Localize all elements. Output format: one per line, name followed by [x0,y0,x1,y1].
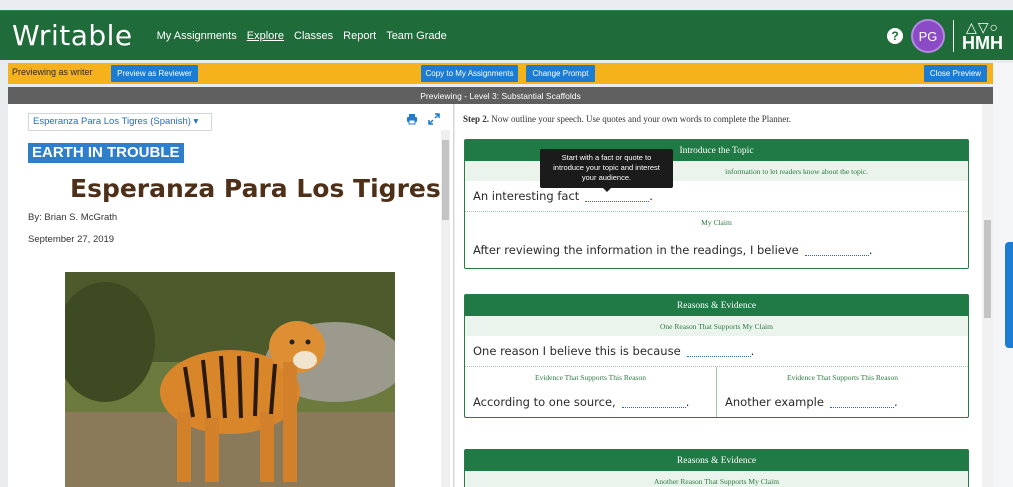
sentence-text: According to one source, [473,395,616,409]
evidence-2-blank-input[interactable] [829,396,894,408]
hmh-logo: △▽○ HMH [953,20,1003,52]
tiger-photo [65,272,395,487]
period: . [685,395,690,409]
reading-scrollbar[interactable] [441,130,450,487]
evidence-1-blank-input[interactable] [621,396,686,408]
tooltip-line: introduce your topic and interest [553,163,660,172]
reading-tools [406,113,440,128]
nav-team-grade[interactable]: Team Grade [386,30,447,42]
nav-report[interactable]: Report [343,30,376,42]
tooltip-line: your audience. [581,173,632,182]
document-author: By: Brian S. McGrath [28,212,118,223]
hmh-shapes: △▽○ [966,19,999,35]
sentence-evidence-2: Another example. [717,387,968,417]
copy-to-my-assignments-button[interactable]: Copy to My Assignments [421,65,518,82]
main-nav: My Assignments Explore Classes Report Te… [157,30,447,42]
sentence-text: Another example [725,395,824,409]
previewing-label: Previewing as writer [12,67,93,77]
scaffold-level-bar: Previewing - Level 3: Substantial Scaffo… [8,87,993,104]
header-tools: ? PG △▽○ HMH [887,11,1003,61]
nav-explore[interactable]: Explore [247,30,284,42]
card-subhead: One Reason That Supports My Claim [465,316,968,336]
planner-pane: Step 2. Now outline your speech. Use quo… [455,104,993,487]
chevron-down-icon: ▾ [193,116,199,127]
claim-subhead: My Claim [465,212,968,232]
sentence-reason: One reason I believe this is because. [465,336,968,366]
step-text: Now outline your speech. Use quotes and … [489,114,791,124]
close-preview-button[interactable]: Close Preview [924,65,987,82]
sentence-text: One reason I believe this is because [473,344,681,358]
card-title: Reasons & Evidence [465,450,968,471]
user-avatar[interactable]: PG [911,19,945,53]
tooltip-line: Start with a fact or quote to [561,153,652,162]
nav-classes[interactable]: Classes [294,30,333,42]
reasons-evidence-card: Reasons & Evidence One Reason That Suppo… [464,294,969,418]
period: . [750,344,755,358]
card-subhead: Another Reason That Supports My Claim [465,471,968,487]
hmh-text: HMH [962,33,1003,53]
hint-tooltip: Start with a fact or quote to introduce … [540,149,673,192]
reading-scroll-thumb[interactable] [442,140,449,220]
evidence-right: Evidence That Supports This Reason Anoth… [716,367,968,417]
side-drawer-tab[interactable] [1005,242,1013,348]
top-navigation-bar: Writable My Assignments Explore Classes … [0,10,1013,60]
planner-scrollbar[interactable] [982,104,993,487]
change-prompt-button[interactable]: Change Prompt [526,65,595,82]
planner-scroll-thumb[interactable] [984,220,991,318]
period: . [868,243,873,257]
sentence-text: An interesting fact [473,189,580,203]
document-select[interactable]: Esperanza Para Los Tigres (Spanish) ▾ [28,113,212,131]
evidence-left: Evidence That Supports This Reason Accor… [465,367,716,417]
reasons-evidence-card-2: Reasons & Evidence Another Reason That S… [464,449,969,487]
period: . [649,189,653,203]
evidence-subhead: Evidence That Supports This Reason [717,367,968,387]
claim-blank-input[interactable] [804,244,869,256]
document-title: Esperanza Para Los Tigres [70,174,441,203]
reason-blank-input[interactable] [686,345,751,357]
sentence-claim: After reviewing the information in the r… [465,232,968,268]
card-title: Reasons & Evidence [465,295,968,316]
evidence-row: Evidence That Supports This Reason Accor… [465,367,968,417]
period: . [893,395,898,409]
sentence-text: After reviewing the information in the r… [473,243,799,257]
step-number: Step 2. [463,114,490,124]
help-icon[interactable]: ? [887,28,903,44]
evidence-subhead: Evidence That Supports This Reason [465,367,716,387]
reading-pane: Esperanza Para Los Tigres (Spanish) ▾ EA… [8,104,454,487]
nav-my-assignments[interactable]: My Assignments [157,30,237,42]
document-date: September 27, 2019 [28,234,115,245]
expand-icon[interactable] [428,113,440,128]
preview-as-reviewer-button[interactable]: Preview as Reviewer [111,65,198,82]
document-select-value: Esperanza Para Los Tigres (Spanish) [33,116,191,127]
topic-band: EARTH IN TROUBLE [28,143,184,163]
writable-logo[interactable]: Writable [12,19,133,52]
preview-bar: Previewing as writer Preview as Reviewer… [8,63,993,84]
printer-icon[interactable] [406,113,418,128]
step-instruction: Step 2. Now outline your speech. Use quo… [463,114,791,124]
fact-blank-input[interactable] [585,190,650,202]
sentence-evidence-1: According to one source,. [465,387,716,417]
